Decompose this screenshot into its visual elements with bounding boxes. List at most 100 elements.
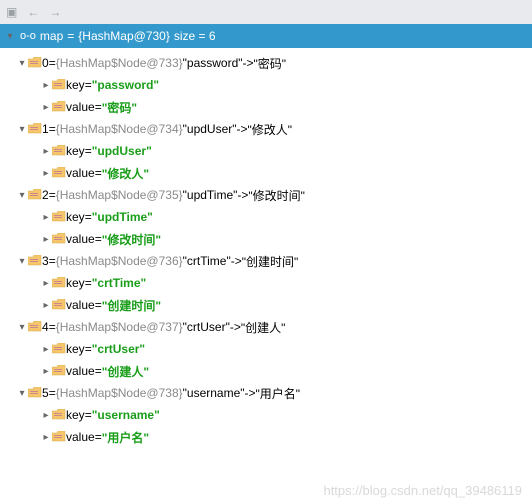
arrow-sign: -> — [243, 56, 254, 70]
equals-sign: = — [95, 232, 102, 246]
entry-index: 2 — [42, 188, 49, 202]
equals-sign: = — [49, 320, 56, 334]
arrow-sign: -> — [230, 320, 241, 334]
entry-row[interactable]: ▾ 4 = {HashMap$Node@737} "crtUser" -> "创… — [0, 316, 532, 338]
entry-value-display: "创建时间" — [242, 253, 299, 270]
expand-icon[interactable]: ▾ — [4, 31, 16, 42]
chevron-right-icon[interactable]: ▸ — [40, 344, 52, 355]
value-label: value — [66, 364, 95, 378]
key-value: "updTime" — [92, 210, 153, 224]
entry-row[interactable]: ▾ 0 = {HashMap$Node@733} "password" -> "… — [0, 52, 532, 74]
back-icon[interactable]: ← — [27, 5, 39, 19]
console-icon[interactable]: ▣ — [6, 5, 17, 19]
equals-sign: = — [85, 276, 92, 290]
value-row[interactable]: ▸ value = "创建时间" — [0, 294, 532, 316]
equals-sign: = — [85, 78, 92, 92]
entry-value-display: "用户名" — [256, 385, 301, 402]
variables-tree: ▾ 0 = {HashMap$Node@733} "password" -> "… — [0, 48, 532, 448]
node-icon — [52, 79, 66, 91]
entry-row[interactable]: ▾ 2 = {HashMap$Node@735} "updTime" -> "修… — [0, 184, 532, 206]
chevron-down-icon[interactable]: ▾ — [16, 388, 28, 399]
key-row[interactable]: ▸ key = "username" — [0, 404, 532, 426]
equals-sign: = — [49, 56, 56, 70]
value-row[interactable]: ▸ value = "密码" — [0, 96, 532, 118]
value-label: value — [66, 232, 95, 246]
forward-icon[interactable]: → — [49, 5, 61, 19]
entry-row[interactable]: ▾ 5 = {HashMap$Node@738} "username" -> "… — [0, 382, 532, 404]
chevron-right-icon[interactable]: ▸ — [40, 146, 52, 157]
chevron-right-icon[interactable]: ▸ — [40, 300, 52, 311]
entry-index: 5 — [42, 386, 49, 400]
chevron-down-icon[interactable]: ▾ — [16, 322, 28, 333]
entry-index: 3 — [42, 254, 49, 268]
value-label: value — [66, 100, 95, 114]
node-icon — [52, 167, 66, 179]
chevron-down-icon[interactable]: ▾ — [16, 256, 28, 267]
equals-sign: = — [85, 210, 92, 224]
chevron-right-icon[interactable]: ▸ — [40, 432, 52, 443]
value-row[interactable]: ▸ value = "修改人" — [0, 162, 532, 184]
chevron-down-icon[interactable]: ▾ — [16, 190, 28, 201]
key-row[interactable]: ▸ key = "crtTime" — [0, 272, 532, 294]
equals-sign: = — [49, 188, 56, 202]
node-icon — [52, 343, 66, 355]
chevron-down-icon[interactable]: ▾ — [16, 124, 28, 135]
key-row[interactable]: ▸ key = "password" — [0, 74, 532, 96]
arrow-sign: -> — [237, 122, 248, 136]
entry-index: 1 — [42, 122, 49, 136]
equals-sign: = — [95, 100, 102, 114]
key-row[interactable]: ▸ key = "updTime" — [0, 206, 532, 228]
key-label: key — [66, 342, 85, 356]
entry-node-type: {HashMap$Node@733} — [56, 56, 183, 70]
node-icon — [52, 431, 66, 443]
node-icon — [52, 365, 66, 377]
entry-key-display: "crtUser" — [183, 320, 230, 334]
node-icon — [28, 255, 42, 267]
chevron-right-icon[interactable]: ▸ — [40, 410, 52, 421]
key-value: "crtTime" — [92, 276, 147, 290]
chevron-right-icon[interactable]: ▸ — [40, 212, 52, 223]
key-row[interactable]: ▸ key = "crtUser" — [0, 338, 532, 360]
variable-header[interactable]: ▾ o-o map = {HashMap@730} size = 6 — [0, 24, 532, 48]
variable-name: map — [40, 29, 63, 43]
value-row[interactable]: ▸ value = "修改时间" — [0, 228, 532, 250]
entry-key-display: "updTime" — [183, 188, 238, 202]
chevron-right-icon[interactable]: ▸ — [40, 168, 52, 179]
entry-value-display: "密码" — [254, 55, 287, 72]
chevron-right-icon[interactable]: ▸ — [40, 102, 52, 113]
arrow-sign: -> — [237, 188, 248, 202]
equals-sign: = — [85, 342, 92, 356]
value-row[interactable]: ▸ value = "用户名" — [0, 426, 532, 448]
entry-row[interactable]: ▾ 3 = {HashMap$Node@736} "crtTime" -> "创… — [0, 250, 532, 272]
key-row[interactable]: ▸ key = "updUser" — [0, 140, 532, 162]
node-icon — [52, 299, 66, 311]
watermark: https://blog.csdn.net/qq_39486119 — [323, 483, 522, 498]
equals-sign: = — [85, 144, 92, 158]
key-label: key — [66, 408, 85, 422]
equals-sign: = — [85, 408, 92, 422]
node-icon — [52, 409, 66, 421]
value-row[interactable]: ▸ value = "创建人" — [0, 360, 532, 382]
node-icon — [52, 101, 66, 113]
entry-row[interactable]: ▾ 1 = {HashMap$Node@734} "updUser" -> "修… — [0, 118, 532, 140]
node-icon — [28, 387, 42, 399]
node-icon — [28, 321, 42, 333]
chevron-down-icon[interactable]: ▾ — [16, 58, 28, 69]
equals-sign: = — [95, 364, 102, 378]
node-icon — [52, 277, 66, 289]
key-value: "updUser" — [92, 144, 152, 158]
value-value: "用户名" — [102, 429, 149, 446]
chevron-right-icon[interactable]: ▸ — [40, 278, 52, 289]
chevron-right-icon[interactable]: ▸ — [40, 366, 52, 377]
chevron-right-icon[interactable]: ▸ — [40, 234, 52, 245]
variable-type: {HashMap@730} — [78, 29, 170, 43]
node-icon — [52, 145, 66, 157]
arrow-sign: -> — [245, 386, 256, 400]
value-value: "创建时间" — [102, 297, 161, 314]
entry-node-type: {HashMap$Node@735} — [56, 188, 183, 202]
chevron-right-icon[interactable]: ▸ — [40, 80, 52, 91]
equals-sign: = — [95, 430, 102, 444]
entry-value-display: "创建人" — [241, 319, 286, 336]
entry-node-type: {HashMap$Node@734} — [56, 122, 183, 136]
entry-key-display: "updUser" — [183, 122, 237, 136]
